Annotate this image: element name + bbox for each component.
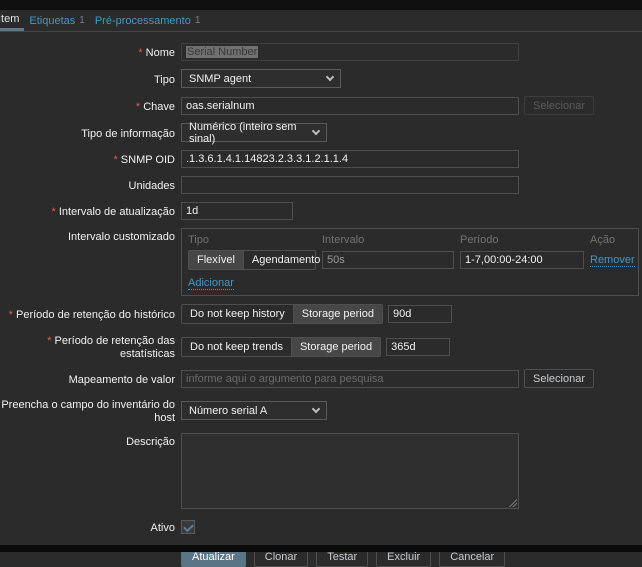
history-mode-segmented: Do not keep history Storage period xyxy=(181,304,383,324)
mapeamento-label: Mapeamento de valor xyxy=(0,371,175,387)
intervalo-atualizacao-input[interactable] xyxy=(181,202,293,220)
tab-etiquetas-badge: 1 xyxy=(79,15,85,26)
tab-item-label: Item xyxy=(0,13,19,25)
trends-period-input[interactable] xyxy=(386,338,450,356)
snmp-oid-label: SNMP OID xyxy=(0,151,175,167)
nome-label: Nome xyxy=(0,44,175,60)
tipo-select[interactable]: SNMP agent xyxy=(181,69,341,88)
row-nome: Nome Serial Number xyxy=(0,43,642,61)
tipo-informacao-select[interactable]: Numérico (inteiro sem sinal) xyxy=(181,123,327,142)
tipo-selected-value: SNMP agent xyxy=(189,73,251,85)
tab-etiquetas-label: Etiquetas xyxy=(29,15,75,27)
row-snmp-oid: SNMP OID xyxy=(0,150,642,168)
mapeamento-input[interactable] xyxy=(181,370,519,388)
intervalo-atualizacao-label: Intervalo de atualização xyxy=(0,203,175,219)
tab-pre-processamento-label: Pré-processamento xyxy=(95,15,191,27)
tab-pre-processamento-badge: 1 xyxy=(195,15,201,26)
inventario-selected-value: Número serial A xyxy=(189,405,267,417)
interval-type-flexivel[interactable]: Flexível xyxy=(189,251,244,269)
trends-storage-period[interactable]: Storage period xyxy=(292,338,380,356)
row-historico: Período de retenção do histórico Do not … xyxy=(0,304,642,324)
trends-mode-segmented: Do not keep trends Storage period xyxy=(181,337,381,357)
add-interval-link[interactable]: Adicionar xyxy=(188,277,234,290)
history-do-not-keep[interactable]: Do not keep history xyxy=(182,305,294,323)
nome-value: Serial Number xyxy=(186,46,258,58)
historico-label: Período de retenção do histórico xyxy=(0,306,175,322)
row-inventario: Preencha o campo do inventário do host N… xyxy=(0,396,642,425)
ativo-label: Ativo xyxy=(0,519,175,535)
chave-label: Chave xyxy=(0,98,175,114)
custom-intervals-table: Tipo Intervalo Período Ação Flexível Age… xyxy=(181,228,639,296)
tab-item[interactable]: Item xyxy=(0,10,24,31)
chevron-down-icon xyxy=(312,405,320,413)
col-header-tipo: Tipo xyxy=(188,234,316,246)
col-header-periodo: Período xyxy=(460,234,584,246)
custom-interval-row: Flexível Agendamento Remover xyxy=(188,250,632,270)
unidades-input[interactable] xyxy=(181,176,519,194)
row-intervalo-customizado: Intervalo customizado Tipo Intervalo Per… xyxy=(0,228,642,296)
bottom-black-bar xyxy=(0,545,642,552)
row-estatisticas: Período de retenção das estatísticas Do … xyxy=(0,332,642,361)
tipo-informacao-selected-value: Numérico (inteiro sem sinal) xyxy=(189,121,303,145)
row-tipo: Tipo SNMP agent xyxy=(0,69,642,88)
descricao-textarea[interactable] xyxy=(181,433,519,509)
row-ativo: Ativo xyxy=(0,519,642,535)
item-tab-bar: Item Etiquetas 1 Pré-processamento 1 xyxy=(0,10,642,32)
remove-interval-link[interactable]: Remover xyxy=(590,254,635,267)
interval-delay-input[interactable] xyxy=(322,251,454,269)
row-intervalo-atualizacao: Intervalo de atualização xyxy=(0,202,642,220)
snmp-oid-input[interactable] xyxy=(181,150,519,168)
history-period-input[interactable] xyxy=(388,305,452,323)
item-form: Nome Serial Number Tipo SNMP agent Chave… xyxy=(0,32,642,567)
interval-type-segmented: Flexível Agendamento xyxy=(188,250,316,270)
col-header-intervalo: Intervalo xyxy=(322,234,454,246)
history-storage-period[interactable]: Storage period xyxy=(294,305,382,323)
unidades-label: Unidades xyxy=(0,177,175,193)
chave-select-button: Selecionar xyxy=(524,96,594,115)
interval-period-input[interactable] xyxy=(460,251,584,269)
intervalo-customizado-label: Intervalo customizado xyxy=(0,228,175,244)
mapeamento-select-button[interactable]: Selecionar xyxy=(524,369,594,388)
row-chave: Chave Selecionar xyxy=(0,96,642,115)
tab-etiquetas[interactable]: Etiquetas 1 xyxy=(24,10,89,31)
interval-type-agendamento[interactable]: Agendamento xyxy=(244,251,329,269)
resize-handle-icon[interactable] xyxy=(508,498,517,507)
tipo-informacao-label: Tipo de informação xyxy=(0,125,175,141)
row-unidades: Unidades xyxy=(0,176,642,194)
row-mapeamento: Mapeamento de valor Selecionar xyxy=(0,369,642,388)
inventario-select[interactable]: Número serial A xyxy=(181,401,327,420)
estatisticas-label: Período de retenção das estatísticas xyxy=(0,332,175,361)
row-tipo-informacao: Tipo de informação Numérico (inteiro sem… xyxy=(0,123,642,142)
top-black-bar xyxy=(0,0,642,10)
trends-do-not-keep[interactable]: Do not keep trends xyxy=(182,338,292,356)
inventario-label: Preencha o campo do inventário do host xyxy=(0,396,175,425)
tipo-label: Tipo xyxy=(0,71,175,87)
chave-input[interactable] xyxy=(181,97,519,115)
tab-pre-processamento[interactable]: Pré-processamento 1 xyxy=(90,10,206,31)
col-header-acao: Ação xyxy=(590,234,632,246)
ativo-checkbox[interactable] xyxy=(181,520,195,534)
chevron-down-icon xyxy=(326,73,334,81)
custom-intervals-header: Tipo Intervalo Período Ação xyxy=(188,234,632,246)
chevron-down-icon xyxy=(312,127,320,135)
row-descricao: Descrição xyxy=(0,433,642,509)
nome-input: Serial Number xyxy=(181,43,519,61)
descricao-label: Descrição xyxy=(0,433,175,449)
